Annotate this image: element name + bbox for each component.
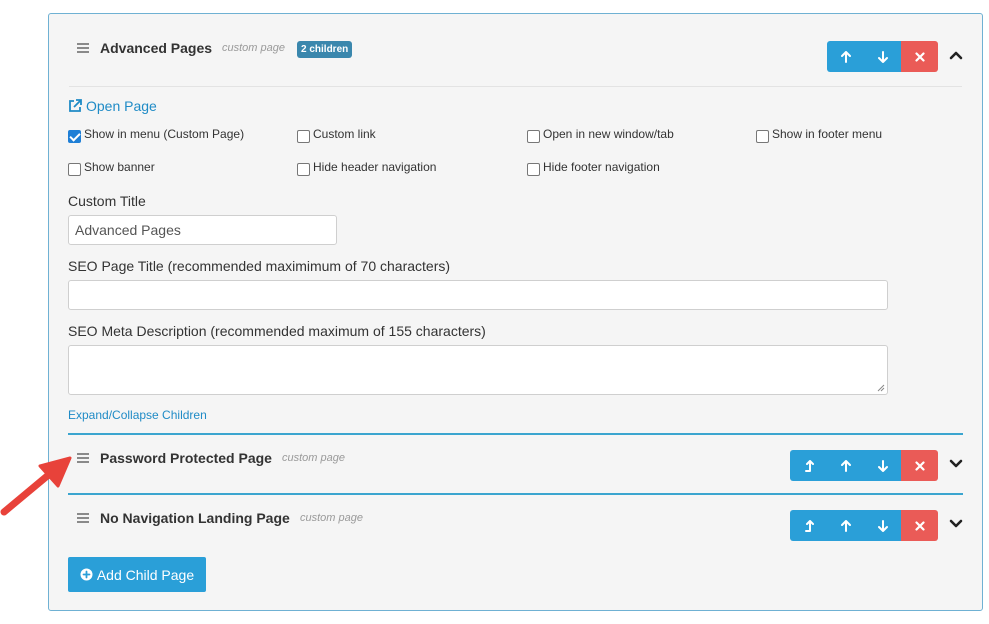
remove-button[interactable] — [901, 510, 938, 541]
custom-title-input[interactable]: Advanced Pages — [68, 215, 337, 245]
drag-handle-icon[interactable] — [77, 513, 89, 523]
checkbox-box[interactable] — [756, 129, 769, 143]
child-page-title: Password Protected Page — [100, 450, 272, 466]
seo-description-label: SEO Meta Description (recommended maximu… — [68, 323, 486, 339]
expand-collapse-children-link[interactable]: Expand/Collapse Children — [68, 408, 207, 422]
checkbox-label: Show in footer menu — [772, 127, 883, 141]
checkbox-box[interactable] — [527, 129, 540, 143]
checkbox-open-new-window[interactable]: Open in new window/tab — [527, 127, 674, 143]
seo-title-input[interactable] — [68, 280, 888, 310]
drag-handle-icon[interactable] — [77, 453, 89, 463]
checkbox-show-in-menu[interactable]: Show in menu (Custom Page) — [68, 127, 245, 143]
checkbox-label: Show in menu (Custom Page) — [84, 127, 245, 141]
header-divider — [69, 86, 962, 87]
menu-editor-panel: Advanced Pages custom page 2 children Op… — [48, 13, 983, 611]
move-up-button[interactable] — [827, 41, 864, 72]
add-child-page-button[interactable]: Add Child Page — [68, 557, 206, 592]
add-child-page-label: Add Child Page — [96, 566, 195, 583]
parent-page-header: Advanced Pages custom page 2 children — [49, 14, 982, 74]
checkbox-hide-footer-nav[interactable]: Hide footer navigation — [527, 160, 660, 176]
child-action-buttons — [790, 450, 938, 481]
promote-button[interactable] — [790, 450, 827, 481]
move-up-button[interactable] — [827, 510, 864, 541]
chevron-up-icon[interactable] — [949, 50, 963, 60]
parent-action-buttons — [827, 41, 938, 72]
checkbox-box[interactable] — [297, 129, 310, 143]
promote-level-icon — [804, 519, 814, 532]
child-page-row: No Navigation Landing Page custom page — [49, 495, 982, 555]
close-icon — [914, 51, 925, 62]
arrow-up-icon — [840, 50, 851, 63]
checkbox-box[interactable] — [297, 162, 310, 176]
checkbox-show-in-footer[interactable]: Show in footer menu — [756, 127, 883, 143]
seo-description-textarea[interactable] — [68, 345, 888, 395]
move-down-button[interactable] — [864, 450, 901, 481]
close-icon — [914, 520, 925, 531]
checkbox-label: Show banner — [84, 160, 155, 174]
children-count-badge: 2 children — [297, 41, 353, 58]
child-page-row: Password Protected Page custom page — [49, 435, 982, 495]
close-icon — [914, 460, 925, 471]
page-type-label: custom page — [282, 452, 345, 464]
arrow-up-icon — [840, 459, 851, 472]
checkbox-box[interactable] — [68, 129, 81, 143]
checkbox-show-banner[interactable]: Show banner — [68, 160, 155, 176]
annotation-arrow-icon — [0, 456, 72, 516]
remove-button[interactable] — [901, 41, 938, 72]
checkbox-box[interactable] — [68, 162, 81, 176]
checkbox-box[interactable] — [527, 162, 540, 176]
page-type-label: custom page — [300, 512, 363, 524]
open-page-link[interactable]: Open Page — [68, 98, 157, 114]
chevron-down-icon[interactable] — [949, 519, 963, 529]
page-title: Advanced Pages — [100, 40, 213, 56]
move-down-button[interactable] — [864, 41, 901, 72]
move-down-button[interactable] — [864, 510, 901, 541]
child-action-buttons — [790, 510, 938, 541]
move-up-button[interactable] — [827, 450, 864, 481]
arrow-down-icon — [877, 519, 888, 532]
checkbox-label: Custom link — [313, 127, 376, 141]
checkbox-label: Hide footer navigation — [543, 160, 660, 174]
checkbox-label: Hide header navigation — [313, 160, 437, 174]
remove-button[interactable] — [901, 450, 938, 481]
page-type-label: custom page — [222, 42, 285, 54]
checkbox-custom-link[interactable]: Custom link — [297, 127, 376, 143]
promote-button[interactable] — [790, 510, 827, 541]
drag-handle-icon[interactable] — [77, 43, 89, 53]
seo-title-label: SEO Page Title (recommended maximimum of… — [68, 258, 451, 274]
chevron-down-icon[interactable] — [949, 459, 963, 469]
plus-circle-icon — [80, 568, 93, 581]
resize-handle-icon[interactable] — [877, 384, 885, 392]
arrow-up-icon — [840, 519, 851, 532]
child-page-title: No Navigation Landing Page — [100, 510, 290, 526]
promote-level-icon — [804, 459, 814, 472]
arrow-down-icon — [877, 50, 888, 63]
checkbox-hide-header-nav[interactable]: Hide header navigation — [297, 160, 437, 176]
checkbox-label: Open in new window/tab — [543, 127, 674, 141]
external-link-icon — [69, 99, 82, 112]
arrow-down-icon — [877, 459, 888, 472]
custom-title-label: Custom Title — [68, 193, 146, 209]
open-page-label: Open Page — [86, 98, 157, 114]
